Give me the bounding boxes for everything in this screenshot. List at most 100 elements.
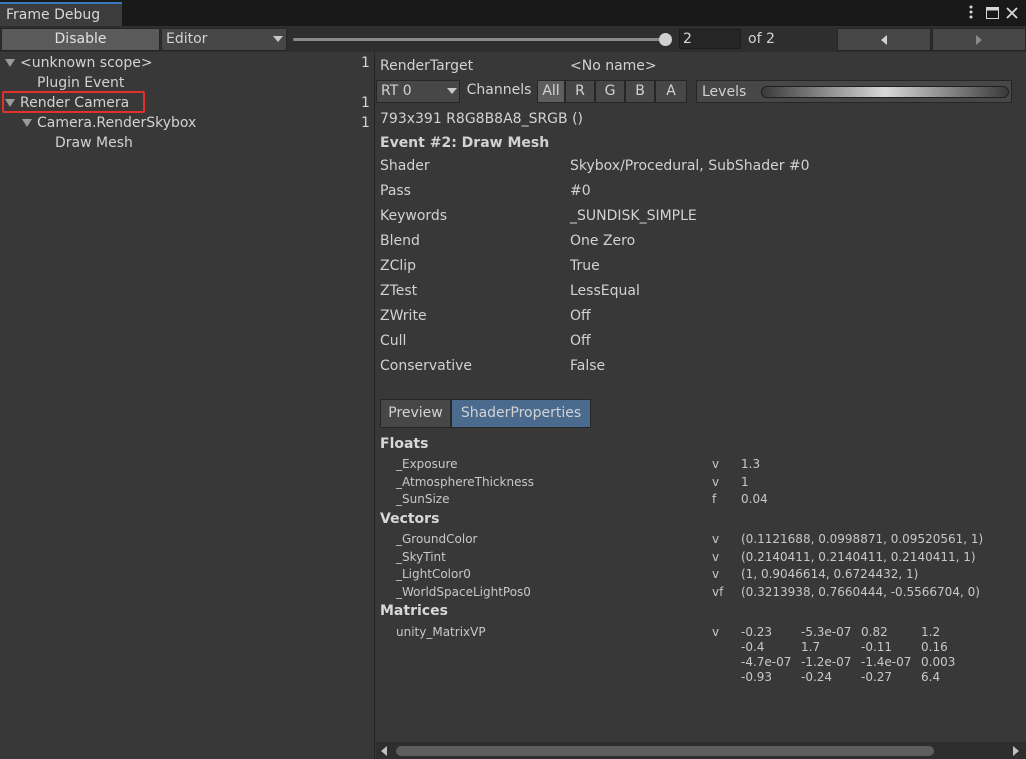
prop-type: v (712, 567, 720, 581)
close-icon[interactable] (1006, 6, 1018, 22)
frame-slider-knob[interactable] (659, 33, 672, 46)
prop-type: v (712, 625, 720, 639)
highlight-box (2, 91, 145, 113)
prop-value: (0.1121688, 0.0998871, 0.09520561, 1) (741, 532, 984, 546)
frame-slider-track[interactable] (293, 38, 669, 41)
matrix-cell: 1.7 (801, 640, 821, 654)
detail-label-pass: Pass (380, 183, 411, 199)
tree-item-camera-renderskybox[interactable]: Camera.RenderSkybox 1 (0, 113, 374, 133)
detail-value-cull: Off (570, 333, 591, 349)
scroll-left-icon[interactable] (381, 746, 387, 756)
prop-name: _AtmosphereThickness (396, 475, 534, 489)
editor-dropdown-label: Editor (166, 31, 208, 47)
channels-label: Channels (466, 82, 532, 98)
detail-label-cull: Cull (380, 333, 407, 349)
matrix-cell: -1.2e-07 (801, 655, 852, 669)
chevron-down-icon (447, 88, 457, 94)
tab-title: Frame Debug (6, 7, 101, 23)
frame-count-label: of 2 (748, 31, 775, 47)
prop-name: _GroundColor (396, 532, 478, 546)
prop-name: unity_MatrixVP (396, 625, 486, 639)
prev-frame-button[interactable] (837, 28, 931, 51)
event-title: Event #2: Draw Mesh (380, 135, 550, 151)
matrix-cell: 6.4 (921, 670, 941, 684)
kebab-menu-icon[interactable] (968, 5, 974, 22)
detail-label-zclip: ZClip (380, 258, 417, 274)
tree-item-count: 1 (361, 115, 370, 131)
maximize-icon[interactable] (986, 6, 999, 22)
detail-label-blend: Blend (380, 233, 420, 249)
prop-name: _Exposure (396, 457, 458, 471)
channel-b-button[interactable]: B (625, 80, 655, 103)
detail-value-ztest: LessEqual (570, 283, 640, 299)
prop-type: v (712, 532, 720, 546)
prop-type: v (712, 475, 720, 489)
scroll-right-icon[interactable] (1013, 746, 1019, 756)
prop-type: f (712, 492, 717, 506)
tree-item-count: 1 (361, 95, 370, 111)
tab-frame-debug[interactable]: Frame Debug (0, 2, 122, 26)
tree-item-draw-mesh[interactable]: Draw Mesh (0, 133, 374, 153)
matrix-cell: -1.4e-07 (861, 655, 912, 669)
matrix-cell: -5.3e-07 (801, 625, 852, 639)
prop-type: v (712, 550, 720, 564)
channel-all-button[interactable]: All (537, 80, 565, 103)
detail-label-conservative: Conservative (380, 358, 473, 374)
detail-value-blend: One Zero (570, 233, 636, 249)
title-bar (0, 0, 1026, 26)
render-target-format: 793x391 R8G8B8A8_SRGB () (380, 111, 584, 127)
prop-value: 0.04 (741, 492, 768, 506)
tree-item-label: Camera.RenderSkybox (37, 115, 197, 131)
tree-item-unknown-scope[interactable]: <unknown scope> 1 (0, 53, 374, 73)
matrix-cell: -0.23 (741, 625, 773, 639)
matrix-cell: -4.7e-07 (741, 655, 792, 669)
rt-dropdown-label: RT 0 (381, 83, 412, 99)
matrix-cell: -0.11 (861, 640, 893, 654)
triangle-right-icon (976, 35, 982, 45)
tab-preview[interactable]: Preview (380, 399, 451, 428)
detail-value-zclip: True (570, 258, 600, 274)
detail-value-zwrite: Off (570, 308, 591, 324)
expand-arrow-icon[interactable] (22, 119, 32, 127)
tree-item-label: <unknown scope> (20, 55, 153, 71)
matrix-cell: 0.16 (921, 640, 948, 654)
matrix-cell: 1.2 (921, 625, 941, 639)
tab-shader-properties[interactable]: ShaderProperties (451, 399, 591, 428)
tree-item-label: Plugin Event (37, 75, 125, 91)
levels-label: Levels (702, 84, 747, 100)
channel-g-button[interactable]: G (595, 80, 625, 103)
next-frame-button[interactable] (932, 28, 1026, 51)
channel-a-button[interactable]: A (655, 80, 687, 103)
disable-button[interactable]: Disable (1, 28, 160, 51)
prop-value: (0.3213938, 0.7660444, -0.5566704, 0) (741, 585, 980, 599)
tree-item-plugin-event[interactable]: Plugin Event (0, 73, 374, 93)
matrix-cell: 0.82 (861, 625, 888, 639)
channel-r-button[interactable]: R (565, 80, 595, 103)
render-target-label: RenderTarget (380, 58, 474, 74)
frame-number-input[interactable]: 2 (679, 29, 741, 49)
detail-value-conservative: False (570, 358, 606, 374)
matrices-header: Matrices (380, 603, 448, 619)
detail-value-shader: Skybox/Procedural, SubShader #0 (570, 158, 810, 174)
detail-label-keywords: Keywords (380, 208, 448, 224)
prop-value: 1 (741, 475, 749, 489)
triangle-left-icon (881, 35, 887, 45)
levels-slider[interactable] (761, 86, 1009, 98)
detail-value-keywords: _SUNDISK_SIMPLE (570, 208, 697, 224)
detail-label-ztest: ZTest (380, 283, 418, 299)
matrix-cell: -0.27 (861, 670, 893, 684)
matrix-cell: -0.24 (801, 670, 833, 684)
prop-name: _LightColor0 (396, 567, 471, 581)
chevron-down-icon (273, 36, 283, 42)
editor-dropdown[interactable]: Editor (161, 28, 287, 51)
vectors-header: Vectors (380, 511, 440, 527)
prop-value: (1, 0.9046614, 0.6724432, 1) (741, 567, 919, 581)
rt-dropdown[interactable]: RT 0 (376, 80, 460, 103)
matrix-cell: -0.93 (741, 670, 773, 684)
prop-type: v (712, 457, 720, 471)
detail-label-zwrite: ZWrite (380, 308, 427, 324)
scrollbar-thumb[interactable] (396, 746, 934, 756)
expand-arrow-icon[interactable] (5, 59, 15, 67)
detail-label-shader: Shader (380, 158, 430, 174)
prop-name: _SkyTint (396, 550, 446, 564)
